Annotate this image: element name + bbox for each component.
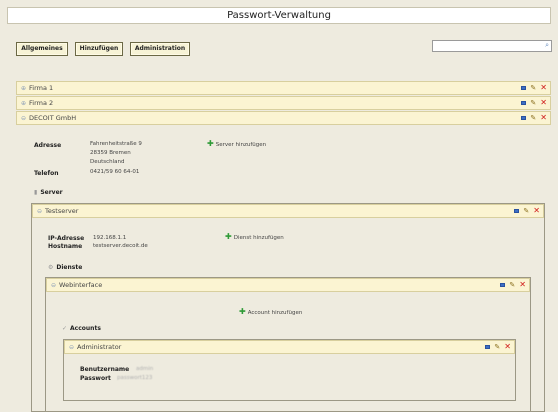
company-name: Firma 2	[29, 99, 54, 107]
ip-value: 192.168.1.1	[93, 235, 127, 241]
add-server-label: Server hinzufügen	[215, 142, 267, 148]
hostname-label: Hostname	[48, 243, 83, 250]
username-value: admin	[136, 366, 154, 372]
delete-icon[interactable]: ✕	[519, 279, 526, 291]
view-icon[interactable]	[500, 283, 506, 287]
servers-heading-label: Server	[40, 189, 63, 196]
administration-button[interactable]: Administration	[130, 42, 190, 56]
hostname-value: testserver.decoit.de	[93, 243, 148, 249]
account-row-administrator[interactable]: ⊖ Administrator ✎ ✕	[64, 340, 515, 354]
view-icon[interactable]	[521, 101, 527, 105]
key-icon: ✓	[62, 325, 68, 332]
view-icon[interactable]	[521, 116, 527, 120]
row-actions: ✎ ✕	[521, 112, 547, 124]
edit-icon[interactable]: ✎	[523, 205, 529, 217]
edit-icon[interactable]: ✎	[530, 97, 536, 109]
plus-icon: ✚	[207, 139, 214, 148]
row-actions: ✎ ✕	[521, 97, 547, 109]
accounts-heading: ✓ Accounts	[62, 325, 101, 332]
username-label: Benutzername	[80, 366, 130, 373]
edit-icon[interactable]: ✎	[494, 341, 500, 353]
password-value: passwort123	[117, 375, 153, 381]
search-input[interactable]: ⌕	[432, 40, 552, 52]
expand-icon[interactable]: ⊕	[21, 85, 26, 92]
services-heading-label: Dienste	[56, 264, 83, 271]
delete-icon[interactable]: ✕	[540, 82, 547, 94]
collapse-icon[interactable]: ⊖	[21, 115, 26, 122]
collapse-icon[interactable]: ⊖	[51, 282, 56, 289]
view-icon[interactable]	[485, 345, 491, 349]
account-name: Administrator	[77, 343, 122, 351]
service-name: Webinterface	[59, 281, 103, 289]
edit-icon[interactable]: ✎	[530, 82, 536, 94]
company-name: DECOIT GmbH	[29, 114, 77, 122]
service-row-webinterface[interactable]: ⊖ Webinterface ✎ ✕	[46, 278, 530, 292]
accounts-heading-label: Accounts	[70, 325, 101, 332]
server-row-testserver[interactable]: ⊖ Testserver ✎ ✕	[32, 204, 544, 218]
company-row-firma-1[interactable]: ⊕ Firma 1 ✎ ✕	[16, 81, 551, 95]
add-service-label: Dienst hinzufügen	[233, 235, 284, 241]
collapse-icon[interactable]: ⊖	[37, 208, 42, 215]
add-button[interactable]: Hinzufügen	[75, 42, 123, 56]
plus-icon: ✚	[239, 307, 246, 316]
address-line: Deutschland	[90, 159, 125, 165]
password-label: Passwort	[80, 375, 111, 382]
row-actions: ✎ ✕	[514, 205, 540, 217]
expand-icon[interactable]: ⊕	[21, 100, 26, 107]
ip-label: IP-Adresse	[48, 235, 85, 242]
address-line: 28359 Bremen	[90, 150, 131, 156]
delete-icon[interactable]: ✕	[504, 341, 511, 353]
phone-value: 0421/59 60 64-01	[90, 169, 140, 175]
company-row-firma-2[interactable]: ⊕ Firma 2 ✎ ✕	[16, 96, 551, 110]
row-actions: ✎ ✕	[500, 279, 526, 291]
edit-icon[interactable]: ✎	[530, 112, 536, 124]
add-account-link[interactable]: ✚ Account hinzufügen	[239, 307, 302, 316]
address-line: Fahrenheitstraße 9	[90, 141, 142, 147]
server-name: Testserver	[45, 207, 79, 215]
add-account-label: Account hinzufügen	[247, 310, 303, 316]
collapse-icon[interactable]: ⊖	[69, 344, 74, 351]
app-title: Passwort-Verwaltung	[7, 7, 551, 24]
phone-label: Telefon	[34, 170, 59, 177]
plus-icon: ✚	[225, 232, 232, 241]
row-actions: ✎ ✕	[521, 82, 547, 94]
servers-heading: ▮ Server	[34, 189, 63, 196]
search-icon[interactable]: ⌕	[545, 41, 549, 50]
services-heading: ⚙ Dienste	[48, 264, 82, 271]
view-icon[interactable]	[521, 86, 527, 90]
delete-icon[interactable]: ✕	[540, 97, 547, 109]
delete-icon[interactable]: ✕	[533, 205, 540, 217]
add-service-link[interactable]: ✚ Dienst hinzufügen	[225, 232, 284, 241]
services-icon: ⚙	[48, 264, 54, 271]
row-actions: ✎ ✕	[485, 341, 511, 353]
company-row-decoit[interactable]: ⊖ DECOIT GmbH ✎ ✕	[16, 111, 551, 125]
general-button[interactable]: Allgemeines	[16, 42, 68, 56]
view-icon[interactable]	[514, 209, 520, 213]
delete-icon[interactable]: ✕	[540, 112, 547, 124]
server-icon: ▮	[34, 189, 38, 196]
company-name: Firma 1	[29, 84, 54, 92]
address-label: Adresse	[34, 142, 62, 149]
edit-icon[interactable]: ✎	[509, 279, 515, 291]
add-server-link[interactable]: ✚ Server hinzufügen	[207, 139, 266, 148]
